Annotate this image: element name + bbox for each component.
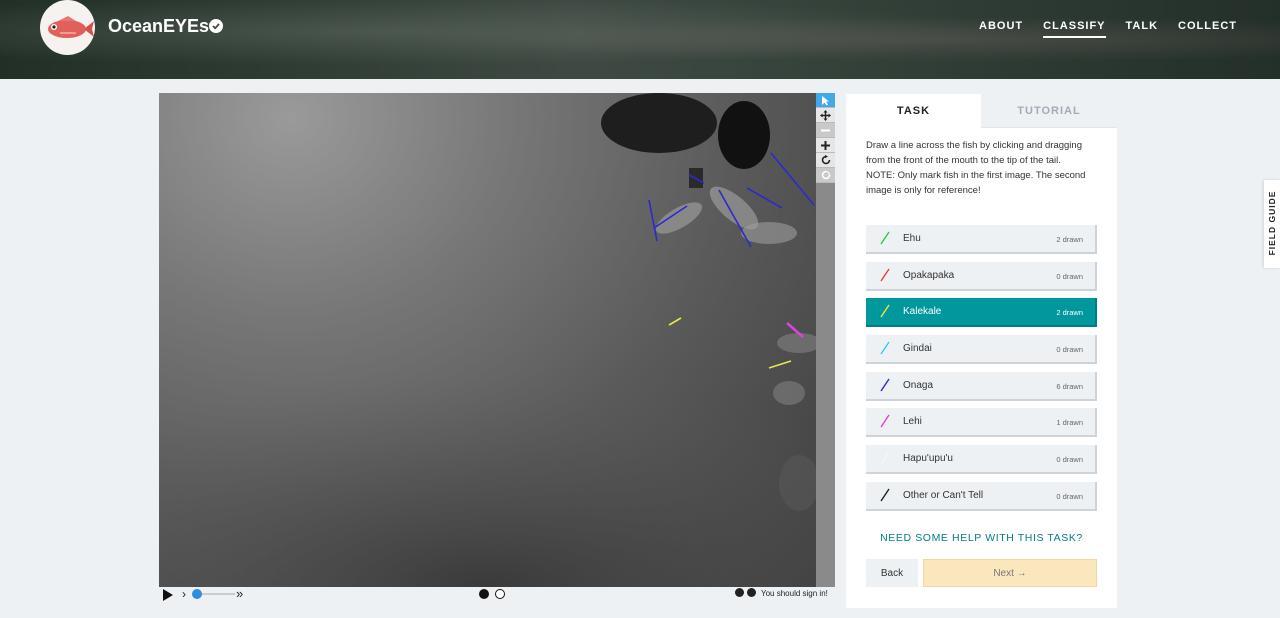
option-ehu[interactable]: Ehu 2 drawn xyxy=(866,225,1097,254)
project-title[interactable]: OceanEYEs xyxy=(108,16,209,37)
drawing-toolbar xyxy=(816,93,835,183)
option-label: Opakapaka xyxy=(903,270,955,281)
zoom-in-icon[interactable] xyxy=(816,138,835,153)
info-icon[interactable] xyxy=(747,588,756,597)
instructions-note: NOTE: Only mark fish in the first image.… xyxy=(866,170,1086,196)
frame-dot-2[interactable] xyxy=(495,589,505,599)
verified-badge-icon xyxy=(209,19,223,33)
pan-icon[interactable] xyxy=(816,108,835,123)
play-icon[interactable] xyxy=(162,588,174,606)
tab-tutorial[interactable]: TUTORIAL xyxy=(981,94,1117,128)
option-count: 2 drawn xyxy=(1056,235,1083,244)
nav-about[interactable]: ABOUT xyxy=(979,20,1023,38)
frame-slider-knob[interactable] xyxy=(192,589,202,599)
option-lehi[interactable]: Lehi 1 drawn xyxy=(866,408,1097,437)
option-onaga[interactable]: Onaga 6 drawn xyxy=(866,372,1097,401)
option-label: Other or Can't Tell xyxy=(903,490,984,501)
signin-notice: You should sign in! xyxy=(761,589,828,598)
frame-controls: › » You should sign in! xyxy=(159,586,835,604)
next-button[interactable]: Next → xyxy=(923,559,1097,587)
back-button[interactable]: Back xyxy=(866,559,918,587)
zoom-out-icon[interactable] xyxy=(816,123,835,138)
option-other[interactable]: Other or Can't Tell 0 drawn xyxy=(866,482,1097,511)
option-label: Lehi xyxy=(903,416,922,427)
line-tool-icon xyxy=(880,231,890,245)
frame-dot-1[interactable] xyxy=(479,589,489,599)
option-count: 0 drawn xyxy=(1056,345,1083,354)
option-hapuupuu[interactable]: Hapu'upu'u 0 drawn xyxy=(866,445,1097,474)
line-tool-icon xyxy=(880,304,890,318)
tab-task[interactable]: TASK xyxy=(846,94,981,128)
option-label: Gindai xyxy=(903,343,932,354)
option-count: 0 drawn xyxy=(1056,455,1083,464)
fish-logo-icon xyxy=(48,16,94,38)
option-label: Kalekale xyxy=(903,306,942,317)
step-forward-icon[interactable]: › xyxy=(182,587,186,601)
line-tool-icon xyxy=(880,451,890,465)
invert-icon[interactable] xyxy=(735,588,744,597)
task-tabs: TASK TUTORIAL xyxy=(846,94,1117,128)
reset-icon[interactable] xyxy=(816,168,835,183)
project-avatar[interactable] xyxy=(40,0,95,55)
subject-image[interactable] xyxy=(159,93,816,587)
option-gindai[interactable]: Gindai 0 drawn xyxy=(866,335,1097,364)
task-panel: TASK TUTORIAL Draw a line across the fis… xyxy=(846,94,1117,608)
fast-forward-icon[interactable]: » xyxy=(236,586,243,601)
line-tool-icon xyxy=(880,378,890,392)
field-guide-tab[interactable]: FIELD GUIDE xyxy=(1264,180,1280,268)
line-tool-icon xyxy=(880,488,890,502)
nav-talk[interactable]: TALK xyxy=(1126,20,1159,38)
line-tool-icon xyxy=(880,268,890,282)
help-link[interactable]: NEED SOME HELP WITH THIS TASK? xyxy=(846,532,1117,544)
nav-collect[interactable]: COLLECT xyxy=(1178,20,1237,38)
line-tool-icon xyxy=(880,414,890,428)
option-count: 0 drawn xyxy=(1056,272,1083,281)
option-count: 1 drawn xyxy=(1056,418,1083,427)
option-opakapaka[interactable]: Opakapaka 0 drawn xyxy=(866,262,1097,291)
project-header: OceanEYEs ABOUT CLASSIFY TALK COLLECT xyxy=(0,0,1280,79)
viewer-icons xyxy=(735,588,756,597)
instructions-text: Draw a line across the fish by clicking … xyxy=(866,140,1082,166)
subject-image-canvas xyxy=(159,93,816,587)
option-kalekale[interactable]: Kalekale 2 drawn xyxy=(866,298,1097,327)
annotate-pointer-icon[interactable] xyxy=(816,93,835,108)
option-count: 2 drawn xyxy=(1056,308,1083,317)
option-label: Onaga xyxy=(903,380,934,391)
project-nav: ABOUT CLASSIFY TALK COLLECT xyxy=(979,20,1237,38)
option-label: Ehu xyxy=(903,233,921,244)
option-count: 0 drawn xyxy=(1056,492,1083,501)
field-guide-label: FIELD GUIDE xyxy=(1267,190,1277,256)
nav-classify[interactable]: CLASSIFY xyxy=(1043,20,1106,38)
option-count: 6 drawn xyxy=(1056,382,1083,391)
option-label: Hapu'upu'u xyxy=(903,453,953,464)
line-tool-icon xyxy=(880,341,890,355)
task-instructions: Draw a line across the fish by clicking … xyxy=(866,138,1101,198)
rotate-icon[interactable] xyxy=(816,153,835,168)
